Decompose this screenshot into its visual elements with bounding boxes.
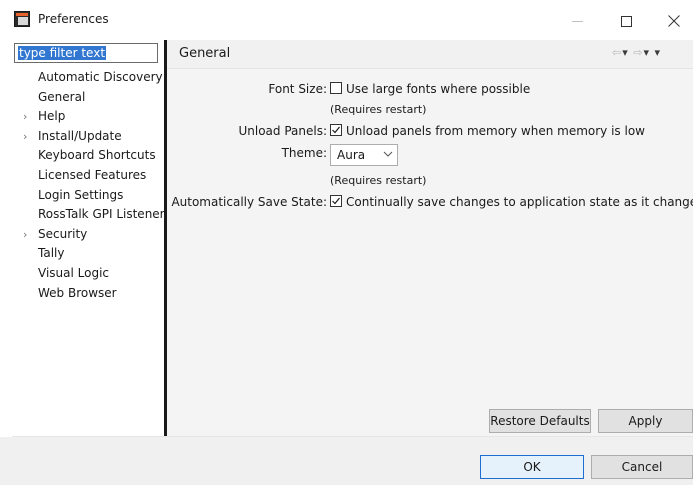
maximize-button[interactable] (603, 6, 649, 36)
chevron-right-icon[interactable]: › (23, 130, 27, 143)
auto-save-label: Automatically Save State: (171, 195, 327, 209)
cancel-button[interactable]: Cancel (591, 455, 693, 479)
chevron-right-icon[interactable]: › (23, 228, 27, 241)
auto-save-checkbox[interactable] (330, 195, 342, 207)
checkmark-icon (332, 197, 340, 205)
window-title: Preferences (38, 12, 109, 26)
theme-select-value: Aura (337, 148, 366, 162)
unload-panels-checkbox[interactable] (330, 124, 342, 136)
tree-item[interactable]: Automatic Discovery (38, 70, 163, 84)
forward-arrow-icon[interactable]: ⇨ (633, 46, 643, 59)
tree-item[interactable]: RossTalk GPI Listener (38, 207, 165, 221)
back-arrow-icon[interactable]: ⇦ (612, 46, 622, 59)
preference-page (167, 40, 693, 436)
back-menu-icon[interactable]: ▾ (622, 46, 629, 59)
tree-item[interactable]: Licensed Features (38, 168, 146, 182)
minimize-button[interactable] (554, 6, 600, 36)
tree-item[interactable]: Visual Logic (38, 266, 109, 280)
restore-defaults-button[interactable]: Restore Defaults (489, 409, 591, 433)
tree-item[interactable]: Tally (38, 246, 64, 260)
page-title: General (179, 46, 231, 61)
tree-item[interactable]: Keyboard Shortcuts (38, 148, 156, 162)
minimize-icon (571, 20, 583, 22)
font-size-checkbox[interactable] (330, 82, 342, 94)
view-menu-icon[interactable]: ▾ (655, 46, 662, 59)
apply-button[interactable]: Apply (598, 409, 693, 433)
maximize-icon (620, 15, 632, 27)
font-size-checkbox-label[interactable]: Use large fonts where possible (346, 82, 530, 96)
close-button[interactable] (651, 6, 693, 36)
tree-item[interactable]: Login Settings (38, 188, 123, 202)
forward-menu-icon[interactable]: ▾ (643, 46, 650, 59)
preferences-tree (12, 40, 164, 436)
theme-select[interactable]: Aura (330, 144, 398, 166)
tree-item[interactable]: Web Browser (38, 286, 117, 300)
auto-save-checkbox-label[interactable]: Continually save changes to application … (346, 195, 693, 209)
tree-item[interactable]: Install/Update (38, 129, 122, 143)
tree-item[interactable]: General (38, 90, 85, 104)
filter-input-text: type filter text (18, 46, 107, 60)
page-nav-controls: ⇦▾ ⇨▾ ▾ (612, 46, 661, 59)
font-size-note: (Requires restart) (330, 103, 427, 116)
ok-button[interactable]: OK (480, 455, 584, 479)
filter-input[interactable]: type filter text (14, 43, 158, 63)
dialog-footer (0, 437, 693, 485)
tree-item[interactable]: Help (38, 109, 65, 123)
checkmark-icon (332, 126, 340, 134)
tree-item[interactable]: Security (38, 227, 87, 241)
chevron-down-icon (383, 151, 393, 157)
close-icon (668, 15, 680, 27)
chevron-right-icon[interactable]: › (23, 110, 27, 123)
theme-label: Theme: (281, 146, 327, 160)
font-size-label: Font Size: (268, 82, 327, 96)
theme-note: (Requires restart) (330, 174, 427, 187)
app-icon (14, 11, 30, 27)
unload-panels-label: Unload Panels: (238, 124, 327, 138)
unload-panels-checkbox-label[interactable]: Unload panels from memory when memory is… (346, 124, 645, 138)
